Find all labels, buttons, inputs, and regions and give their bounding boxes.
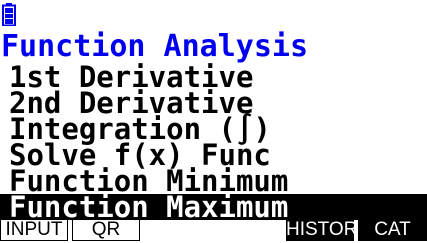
function-menu: 1st Derivative 2nd Derivative Integratio… [0,63,427,222]
calculator-screen: Function Analysis 1st Derivative 2nd Der… [0,0,427,243]
function-key-bar: INPUT QR HISTORY CAT [0,220,427,243]
f6-cat-button[interactable]: CAT [358,220,427,241]
f1-input-button[interactable]: INPUT [0,220,68,241]
menu-item-function-maximum[interactable]: Function Maximum [0,193,427,222]
battery-icon [2,3,16,26]
f2-qr-button[interactable]: QR [72,220,140,241]
f5-history-button[interactable]: HISTORY [286,220,370,241]
menu-title: Function Analysis [0,32,427,62]
